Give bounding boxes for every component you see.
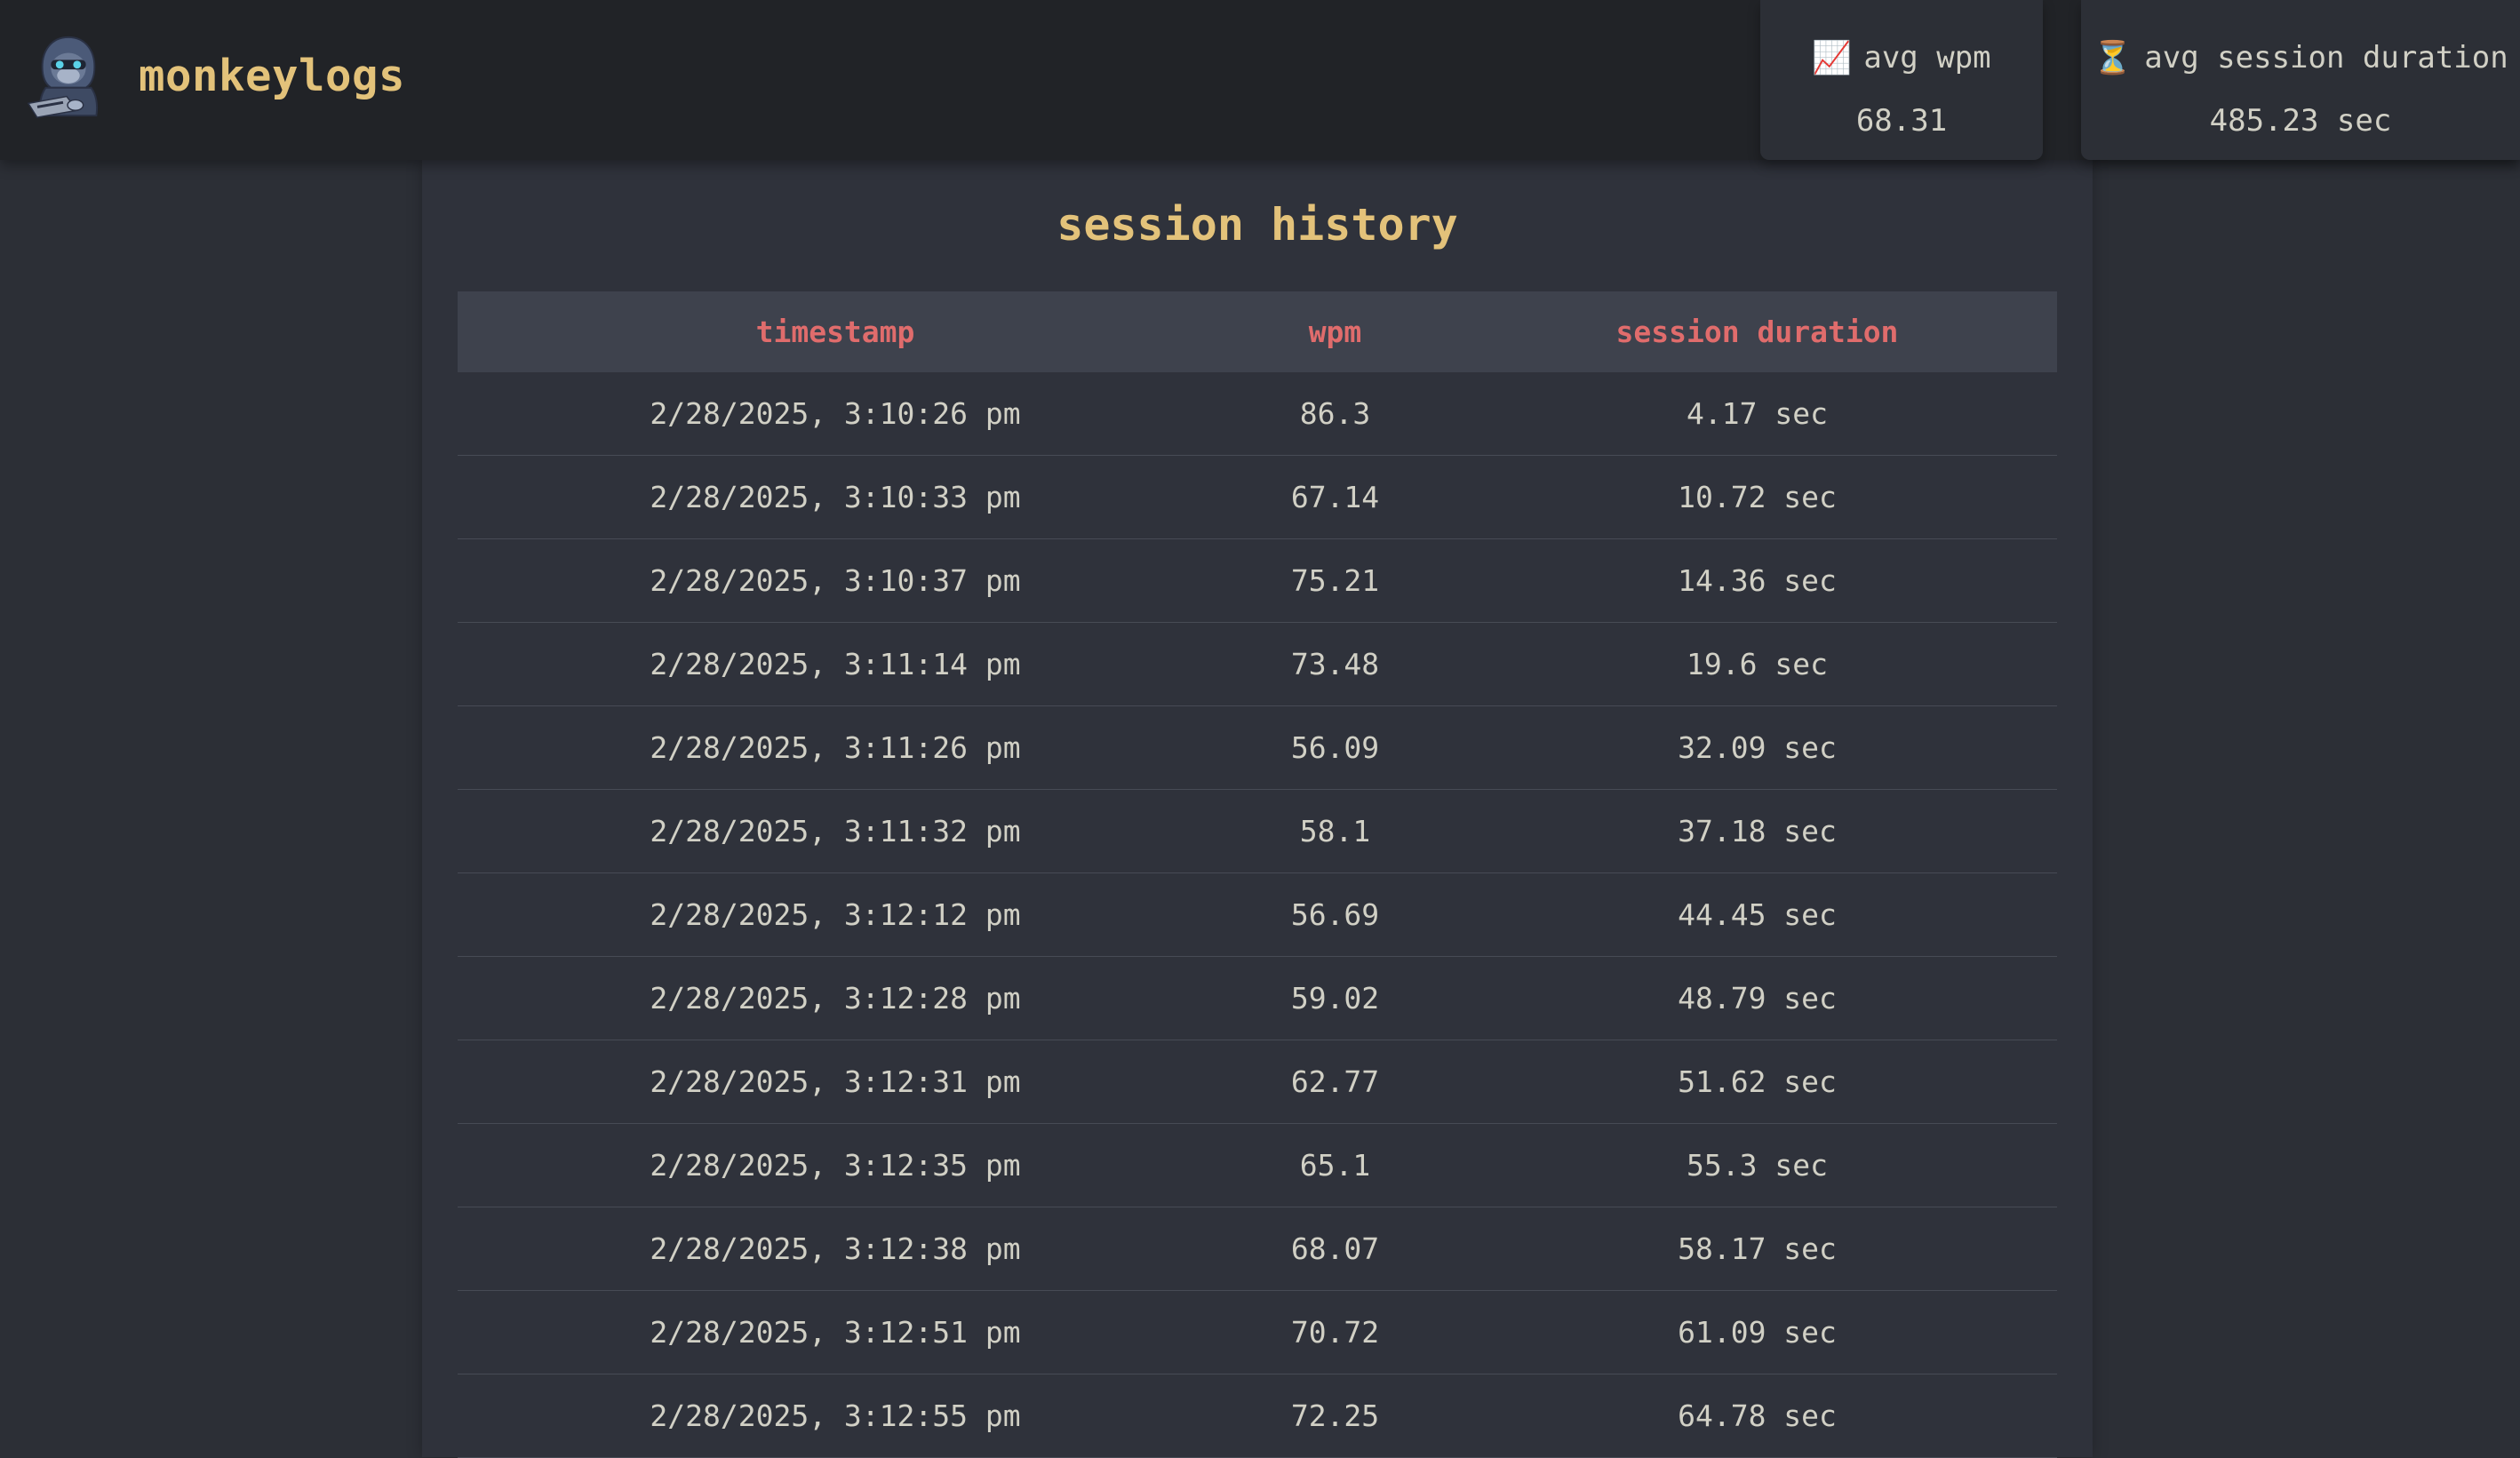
timestamp-cell: 2/28/2025, 3:11:14 pm	[458, 622, 1213, 706]
avg-wpm-label: avg wpm	[1863, 40, 1991, 76]
timestamp-cell: 2/28/2025, 3:10:33 pm	[458, 455, 1213, 539]
timestamp-cell: 2/28/2025, 3:12:55 pm	[458, 1374, 1213, 1458]
wpm-cell: 70.72	[1213, 1290, 1457, 1374]
table-row: 2/28/2025, 3:10:37 pm 75.21 14.36 sec	[458, 538, 2057, 623]
session-history-rows: 2/28/2025, 3:10:26 pm 86.3 4.17 sec 2/28/20…	[458, 372, 2057, 1458]
timestamp-cell: 2/28/2025, 3:12:12 pm	[458, 872, 1213, 957]
session-history-table: timestamp wpm session duration 2/28/2025…	[458, 291, 2057, 1458]
table-row: 2/28/2025, 3:12:38 pm 68.07 58.17 sec	[458, 1207, 2057, 1291]
wpm-cell: 75.21	[1213, 538, 1457, 623]
monkey-hacker-logo-icon	[27, 36, 99, 118]
session-duration-cell: 14.36 sec	[1457, 538, 2057, 623]
avg-session-duration-label: avg session duration	[2144, 40, 2508, 76]
timestamp-cell: 2/28/2025, 3:11:32 pm	[458, 789, 1213, 873]
session-duration-cell: 10.72 sec	[1457, 455, 2057, 539]
timestamp-cell: 2/28/2025, 3:10:26 pm	[458, 372, 1213, 456]
brand[interactable]: monkeylogs	[25, 32, 405, 119]
table-row: 2/28/2025, 3:11:14 pm 73.48 19.6 sec	[458, 622, 2057, 706]
timestamp-cell: 2/28/2025, 3:12:28 pm	[458, 956, 1213, 1040]
column-header-session-duration[interactable]: session duration	[1457, 291, 2057, 372]
timestamp-cell: 2/28/2025, 3:10:37 pm	[458, 538, 1213, 623]
wpm-cell: 62.77	[1213, 1040, 1457, 1124]
wpm-cell: 59.02	[1213, 956, 1457, 1040]
session-duration-cell: 37.18 sec	[1457, 789, 2057, 873]
session-duration-cell: 19.6 sec	[1457, 622, 2057, 706]
timestamp-cell: 2/28/2025, 3:11:26 pm	[458, 705, 1213, 790]
hourglass-icon: ⏳	[2093, 40, 2133, 76]
avg-session-duration-card: ⏳ avg session duration 485.23 sec	[2081, 0, 2520, 160]
avg-session-duration-label-row: ⏳ avg session duration	[2081, 39, 2520, 76]
wpm-cell: 65.1	[1213, 1123, 1457, 1207]
table-row: 2/28/2025, 3:12:31 pm 62.77 51.62 sec	[458, 1040, 2057, 1124]
avg-session-duration-value: 485.23 sec	[2209, 103, 2392, 139]
wpm-cell: 68.07	[1213, 1207, 1457, 1291]
avg-wpm-value: 68.31	[1855, 103, 1948, 139]
column-header-wpm[interactable]: wpm	[1213, 291, 1457, 372]
wpm-cell: 56.09	[1213, 705, 1457, 790]
session-history-panel: session history timestamp wpm session du…	[422, 160, 2093, 1458]
session-duration-cell: 55.3 sec	[1457, 1123, 2057, 1207]
timestamp-cell: 2/28/2025, 3:12:35 pm	[458, 1123, 1213, 1207]
session-duration-cell: 64.78 sec	[1457, 1374, 2057, 1458]
session-duration-cell: 58.17 sec	[1457, 1207, 2057, 1291]
session-duration-cell: 44.45 sec	[1457, 872, 2057, 957]
wpm-cell: 67.14	[1213, 455, 1457, 539]
timestamp-cell: 2/28/2025, 3:12:51 pm	[458, 1290, 1213, 1374]
session-duration-cell: 4.17 sec	[1457, 372, 2057, 456]
table-header-row: timestamp wpm session duration	[458, 291, 2057, 372]
wpm-cell: 86.3	[1213, 372, 1457, 456]
wpm-cell: 73.48	[1213, 622, 1457, 706]
chart-increasing-icon: 📈	[1812, 40, 1853, 76]
app-title: monkeylogs	[139, 50, 406, 101]
wpm-cell: 56.69	[1213, 872, 1457, 957]
session-duration-cell: 61.09 sec	[1457, 1290, 2057, 1374]
session-duration-cell: 51.62 sec	[1457, 1040, 2057, 1124]
timestamp-cell: 2/28/2025, 3:12:31 pm	[458, 1040, 1213, 1124]
table-row: 2/28/2025, 3:12:28 pm 59.02 48.79 sec	[458, 956, 2057, 1040]
table-row: 2/28/2025, 3:11:32 pm 58.1 37.18 sec	[458, 789, 2057, 873]
column-header-timestamp[interactable]: timestamp	[458, 291, 1213, 372]
timestamp-cell: 2/28/2025, 3:12:38 pm	[458, 1207, 1213, 1291]
session-duration-cell: 32.09 sec	[1457, 705, 2057, 790]
wpm-cell: 72.25	[1213, 1374, 1457, 1458]
session-duration-cell: 48.79 sec	[1457, 956, 2057, 1040]
avg-wpm-card: 📈 avg wpm 68.31	[1760, 0, 2043, 160]
table-row: 2/28/2025, 3:12:51 pm 70.72 61.09 sec	[458, 1290, 2057, 1374]
table-row: 2/28/2025, 3:11:26 pm 56.09 32.09 sec	[458, 705, 2057, 790]
table-row: 2/28/2025, 3:12:35 pm 65.1 55.3 sec	[458, 1123, 2057, 1207]
session-history-title: session history	[1057, 199, 1458, 251]
table-row: 2/28/2025, 3:12:55 pm 72.25 64.78 sec	[458, 1374, 2057, 1458]
top-bar: monkeylogs 📈 avg wpm 68.31 ⏳ avg session…	[0, 0, 2520, 160]
table-row: 2/28/2025, 3:12:12 pm 56.69 44.45 sec	[458, 872, 2057, 957]
wpm-cell: 58.1	[1213, 789, 1457, 873]
avg-wpm-label-row: 📈 avg wpm	[1760, 39, 2043, 76]
table-row: 2/28/2025, 3:10:33 pm 67.14 10.72 sec	[458, 455, 2057, 539]
table-row: 2/28/2025, 3:10:26 pm 86.3 4.17 sec	[458, 372, 2057, 456]
